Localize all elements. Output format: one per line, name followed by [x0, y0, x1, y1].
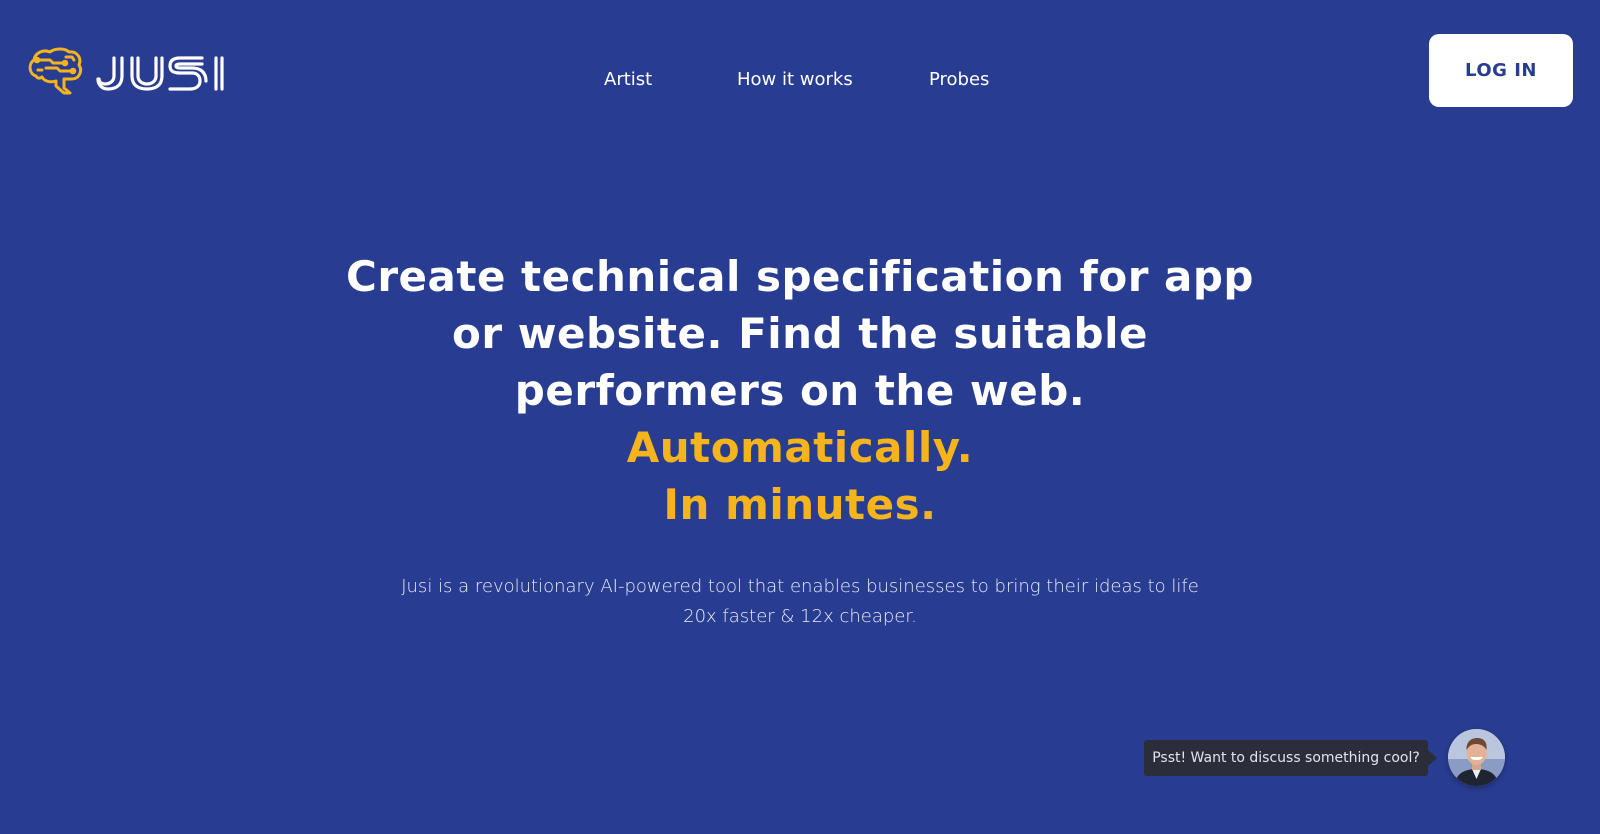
hero-title: Create technical specification for app o… — [0, 248, 1600, 533]
hero-section: Create technical specification for app o… — [0, 248, 1600, 533]
hero-title-line: or website. Find the suitable — [452, 309, 1148, 358]
hero-subtitle-line: 20x faster & 12x cheaper. — [683, 606, 917, 627]
chat-avatar-button[interactable] — [1448, 729, 1505, 786]
hero-accent-line: In minutes. — [663, 480, 937, 529]
login-button[interactable]: LOG IN — [1429, 34, 1573, 107]
main-nav: Artist How it works Probes — [0, 66, 1600, 94]
site-header: Artist How it works Probes LOG IN — [0, 0, 1600, 140]
hero-subtitle-line: Jusi is a revolutionary AI-powered tool … — [401, 576, 1199, 597]
hero-title-line: Create technical specification for app — [346, 252, 1254, 301]
nav-link-artist[interactable]: Artist — [604, 66, 652, 94]
chat-prompt-bubble[interactable]: Psst! Want to discuss something cool? — [1144, 740, 1437, 776]
nav-link-how-it-works[interactable]: How it works — [737, 66, 853, 94]
nav-link-probes[interactable]: Probes — [929, 66, 989, 94]
person-avatar-icon — [1448, 729, 1505, 786]
hero-subtitle: Jusi is a revolutionary AI-powered tool … — [0, 572, 1600, 632]
hero-title-line: performers on the web. — [514, 366, 1086, 415]
hero-accent-line: Automatically. — [626, 423, 974, 472]
